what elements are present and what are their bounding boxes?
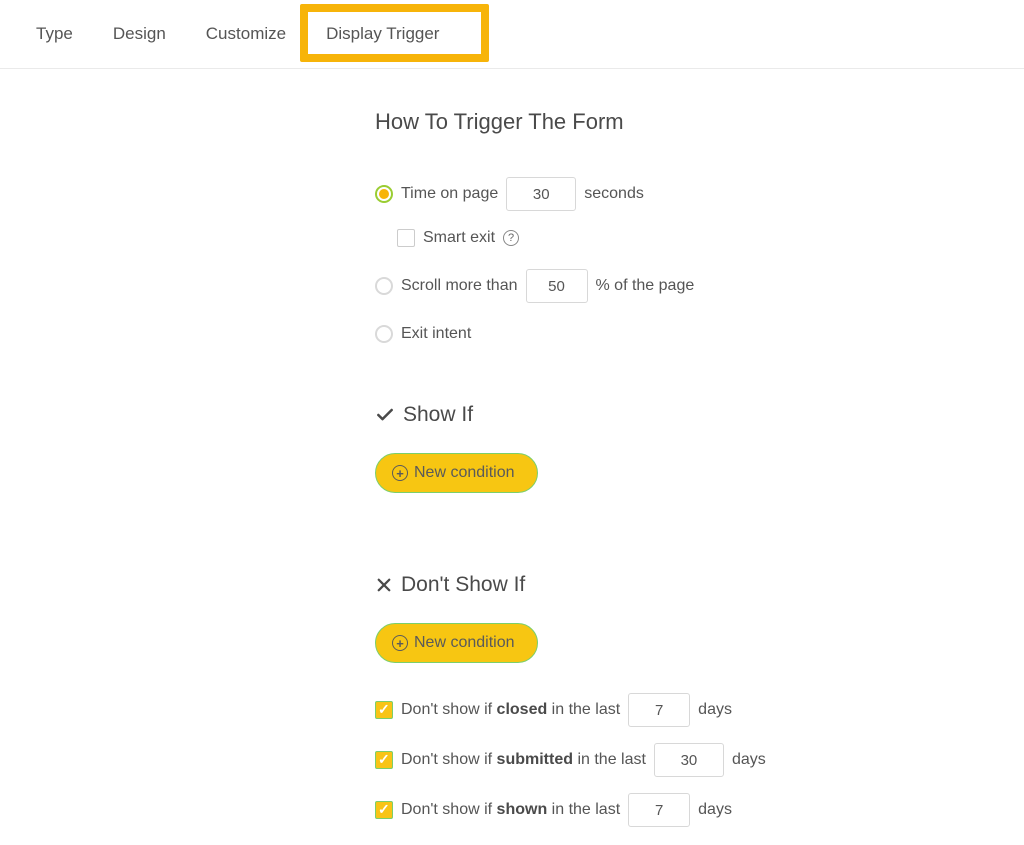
- plus-icon: +: [392, 635, 408, 651]
- radio-scroll[interactable]: [375, 277, 393, 295]
- rule-closed-suffix: days: [698, 701, 732, 719]
- dont-show-if-title-row: Don't Show If: [375, 573, 1000, 597]
- label-smart-exit: Smart exit: [423, 229, 495, 247]
- tab-display-trigger[interactable]: Display Trigger: [326, 24, 439, 44]
- check-icon: [375, 405, 395, 425]
- new-condition-dont-show-label: New condition: [414, 634, 515, 652]
- input-scroll-percent[interactable]: [526, 269, 588, 303]
- dont-show-if-section: Don't Show If + New condition Don't show…: [375, 573, 1000, 827]
- trigger-time-on-page: Time on page seconds: [375, 177, 1000, 211]
- rule-shown: Don't show if shown in the last days: [375, 793, 1000, 827]
- input-rule-submitted-days[interactable]: [654, 743, 724, 777]
- rule-submitted-suffix: days: [732, 751, 766, 769]
- rule-submitted-text: Don't show if submitted in the last: [401, 751, 646, 769]
- trigger-scroll: Scroll more than % of the page: [375, 269, 1000, 303]
- radio-time-on-page[interactable]: [375, 185, 393, 203]
- dont-show-if-title: Don't Show If: [401, 573, 525, 597]
- show-if-section: Show If + New condition: [375, 403, 1000, 533]
- label-scroll-after: % of the page: [596, 277, 695, 295]
- show-if-title: Show If: [403, 403, 473, 427]
- label-scroll-before: Scroll more than: [401, 277, 518, 295]
- label-time-on-page-after: seconds: [584, 185, 644, 203]
- content-area: How To Trigger The Form Time on page sec…: [0, 69, 1000, 827]
- page-root: Type Design Customize Display Trigger Ho…: [0, 0, 1024, 845]
- new-condition-dont-show-button[interactable]: + New condition: [375, 623, 538, 663]
- input-rule-shown-days[interactable]: [628, 793, 690, 827]
- trigger-exit-intent: Exit intent: [375, 325, 1000, 343]
- input-rule-closed-days[interactable]: [628, 693, 690, 727]
- checkbox-smart-exit[interactable]: [397, 229, 415, 247]
- rule-shown-suffix: days: [698, 801, 732, 819]
- plus-icon: +: [392, 465, 408, 481]
- new-condition-show-if-label: New condition: [414, 464, 515, 482]
- x-icon: [375, 576, 393, 594]
- trigger-options: Time on page seconds Smart exit ? Scroll…: [375, 177, 1000, 343]
- checkbox-rule-shown[interactable]: [375, 801, 393, 819]
- tab-design[interactable]: Design: [113, 24, 166, 44]
- label-exit-intent: Exit intent: [401, 325, 471, 343]
- tab-bar: Type Design Customize Display Trigger: [0, 0, 1024, 69]
- tab-type[interactable]: Type: [36, 24, 73, 44]
- label-time-on-page-before: Time on page: [401, 185, 498, 203]
- rule-shown-text: Don't show if shown in the last: [401, 801, 620, 819]
- radio-exit-intent[interactable]: [375, 325, 393, 343]
- section-title-trigger: How To Trigger The Form: [375, 109, 1000, 135]
- checkbox-rule-closed[interactable]: [375, 701, 393, 719]
- rule-closed-text: Don't show if closed in the last: [401, 701, 620, 719]
- show-if-title-row: Show If: [375, 403, 1000, 427]
- rule-submitted: Don't show if submitted in the last days: [375, 743, 1000, 777]
- new-condition-show-if-button[interactable]: + New condition: [375, 453, 538, 493]
- checkbox-rule-submitted[interactable]: [375, 751, 393, 769]
- input-time-on-page-seconds[interactable]: [506, 177, 576, 211]
- rule-closed: Don't show if closed in the last days: [375, 693, 1000, 727]
- tab-customize[interactable]: Customize: [206, 24, 286, 44]
- trigger-smart-exit: Smart exit ?: [397, 229, 1000, 247]
- help-icon[interactable]: ?: [503, 230, 519, 246]
